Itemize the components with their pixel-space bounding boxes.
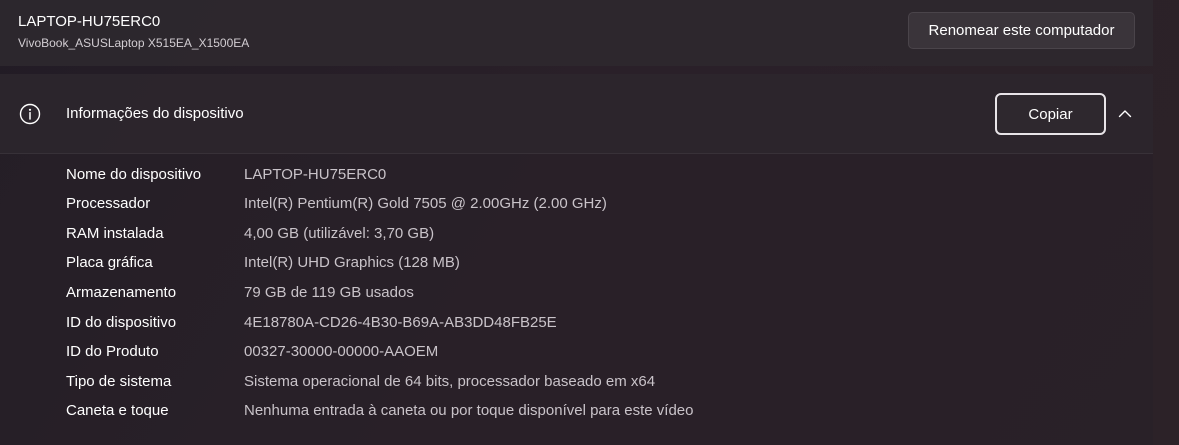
device-name: LAPTOP-HU75ERC0 (18, 13, 161, 30)
spec-row: ID do dispositivo 4E18780A-CD26-4B30-B69… (0, 314, 1153, 336)
rename-computer-button[interactable]: Renomear este computador (908, 12, 1135, 49)
spec-row: Caneta e toque Nenhuma entrada à caneta … (0, 402, 1153, 424)
spec-label: Armazenamento (66, 284, 177, 301)
spec-row: Tipo de sistema Sistema operacional de 6… (0, 373, 1153, 395)
info-icon (19, 103, 41, 125)
copy-button[interactable]: Copiar (995, 93, 1106, 135)
spec-value: Nenhuma entrada à caneta ou por toque di… (244, 402, 694, 419)
spec-row: Armazenamento 79 GB de 119 GB usados (0, 284, 1153, 306)
spec-row: RAM instalada 4,00 GB (utilizável: 3,70 … (0, 225, 1153, 247)
spec-label: Processador (66, 195, 151, 212)
device-summary-card: LAPTOP-HU75ERC0 VivoBook_ASUSLaptop X515… (0, 0, 1153, 66)
device-info-header[interactable]: Informações do dispositivo Copiar (0, 74, 1153, 154)
spec-row: Nome do dispositivo LAPTOP-HU75ERC0 (0, 166, 1153, 188)
spec-label: Nome do dispositivo (66, 166, 202, 183)
spec-value: 4,00 GB (utilizável: 3,70 GB) (244, 225, 435, 242)
spec-value: 4E18780A-CD26-4B30-B69A-AB3DD48FB25E (244, 314, 557, 331)
spec-label: ID do dispositivo (66, 314, 177, 331)
spec-value: Intel(R) UHD Graphics (128 MB) (244, 254, 460, 271)
chevron-up-icon[interactable] (1116, 105, 1134, 123)
spec-value: Intel(R) Pentium(R) Gold 7505 @ 2.00GHz … (244, 195, 607, 212)
spec-label: Tipo de sistema (66, 373, 172, 390)
spec-label: RAM instalada (66, 225, 164, 242)
spec-row: ID do Produto 00327-30000-00000-AAOEM (0, 343, 1153, 365)
spec-value: 79 GB de 119 GB usados (244, 284, 414, 301)
spec-row: Processador Intel(R) Pentium(R) Gold 750… (0, 195, 1153, 217)
spec-label: ID do Produto (66, 343, 159, 360)
spec-value: 00327-30000-00000-AAOEM (244, 343, 439, 360)
device-info-details: Nome do dispositivo LAPTOP-HU75ERC0 Proc… (0, 154, 1153, 445)
device-info-title: Informações do dispositivo (66, 105, 244, 122)
spec-row: Placa gráfica Intel(R) UHD Graphics (128… (0, 254, 1153, 276)
device-model: VivoBook_ASUSLaptop X515EA_X1500EA (18, 36, 250, 50)
spec-label: Placa gráfica (66, 254, 153, 271)
spec-value: Sistema operacional de 64 bits, processa… (244, 373, 656, 390)
spec-value: LAPTOP-HU75ERC0 (244, 166, 387, 183)
spec-label: Caneta e toque (66, 402, 169, 419)
